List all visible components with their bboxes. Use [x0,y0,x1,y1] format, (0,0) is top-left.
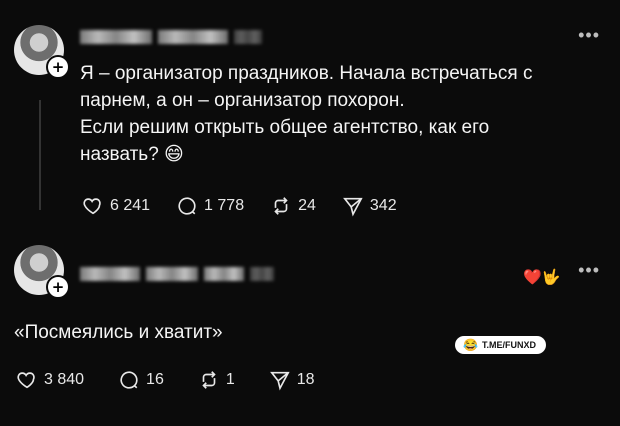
heart-icon [17,372,35,389]
repost-icon [202,371,216,389]
heart-icon [83,198,101,215]
watermark-label: T.ME/FUNXD [481,340,536,350]
comment-icon [120,371,138,389]
avatar[interactable]: + [14,25,70,79]
repost-count: 24 [298,197,316,214]
send-icon [342,197,363,217]
repost-button[interactable]: 1 [198,369,235,391]
reaction-emoji: ❤️🤟 [523,269,561,286]
post-text-line: Если решим открыть общее агентство, как … [80,117,490,138]
username-blurred[interactable] [80,30,268,46]
share-count: 342 [369,197,397,214]
avatar[interactable]: + [14,245,70,299]
reply-button[interactable]: 1 778 [176,195,244,217]
post-text: Я – организатор праздников. Начала встре… [80,60,532,168]
follow-plus-icon[interactable]: + [46,55,70,79]
more-options-icon[interactable]: ••• [578,260,600,281]
share-count: 18 [296,371,315,388]
post-actions: 6 241 1 778 24 342 [82,195,423,217]
thread-line [39,100,41,210]
reply-count: 1 778 [204,197,245,214]
repost-icon [274,197,288,215]
repost-button[interactable]: 24 [270,195,316,217]
comment-icon [178,197,196,215]
post-1: + ••• Я – организатор праздников. Начала… [0,0,620,230]
watermark-sticker: 😂 T.ME/FUNXD [455,336,546,354]
share-button[interactable]: 18 [269,369,315,391]
post-text: «Посмеялись и хватит» [14,322,223,343]
post-actions: 3 840 16 1 18 [16,369,341,391]
like-count: 3 840 [44,371,85,388]
send-icon [269,371,290,391]
like-button[interactable]: 6 241 [82,195,150,217]
post-text-line: парнем, а он – организатор похорон. [80,90,405,111]
post-text-line: Я – организатор праздников. Начала встре… [80,63,533,84]
follow-plus-icon[interactable]: + [46,275,70,299]
more-options-icon[interactable]: ••• [578,25,600,46]
reply-count: 16 [146,371,164,388]
like-button[interactable]: 3 840 [16,369,84,391]
repost-count: 1 [225,371,235,388]
post-2: + ••• «Посмеялись и хватит» [0,235,620,426]
like-count: 6 241 [110,197,151,214]
post-text-line: назвать? 😄 [80,144,184,165]
laughing-emoji-icon: 😂 [463,338,478,352]
reply-button[interactable]: 16 [118,369,164,391]
share-button[interactable]: 342 [342,195,397,217]
username-blurred[interactable] [80,267,280,283]
